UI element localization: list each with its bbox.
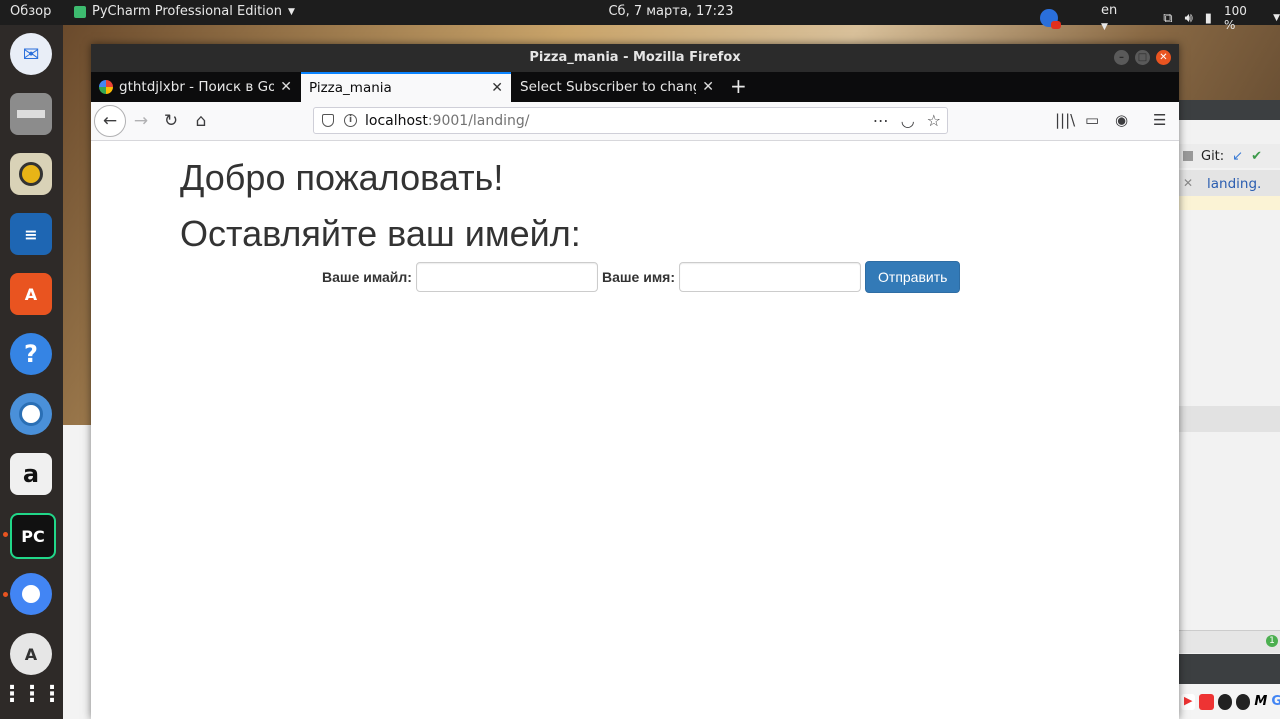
- system-tray[interactable]: en ▼ ⧉ 🔊︎ ▮ 100 % ▼: [1040, 3, 1280, 33]
- tab-label: Pizza_mania: [309, 80, 392, 96]
- pocket-icon[interactable]: ◡: [901, 111, 915, 130]
- welcome-heading: Добро пожаловать!: [180, 157, 504, 198]
- battery-level: 100 %: [1223, 4, 1247, 32]
- files-icon[interactable]: [10, 93, 52, 135]
- google-icon[interactable]: G: [1271, 694, 1280, 709]
- git-label: Git:: [1201, 148, 1225, 164]
- software-center-icon[interactable]: A: [10, 273, 52, 315]
- medium-icon[interactable]: M: [1254, 694, 1267, 709]
- youtube-bookmark-icon[interactable]: ▶: [1181, 693, 1196, 710]
- bookmarks-bar: ▶ M G: [1179, 684, 1280, 719]
- page-content: Добро пожаловать! Оставляйте ваш имейл: …: [91, 141, 1179, 719]
- pycharm-window: Git: ↙ ✔ ✕ landing. 1 ▶ M G: [1179, 100, 1280, 719]
- library-icon[interactable]: |||\: [1055, 111, 1075, 129]
- chrome-icon[interactable]: [10, 573, 52, 615]
- subscribe-form: Ваше имайл: Ваше имя: Отправить: [322, 261, 961, 293]
- background-toolbar: [1179, 654, 1280, 684]
- commit-icon[interactable]: ✔: [1251, 149, 1262, 164]
- event-badge[interactable]: 1: [1266, 635, 1278, 647]
- keyboard-layout[interactable]: en ▼: [1101, 3, 1128, 33]
- github-icon[interactable]: [1217, 693, 1233, 710]
- forward-arrow-icon[interactable]: →: [127, 107, 155, 135]
- subscribe-heading: Оставляйте ваш имейл:: [180, 213, 581, 254]
- maximize-icon[interactable]: □: [1135, 50, 1150, 65]
- gnome-top-bar: Обзор PyCharm Professional Edition ▼ Сб,…: [0, 0, 1280, 32]
- site-info-icon[interactable]: i: [344, 114, 357, 127]
- battery-icon[interactable]: ▮: [1205, 11, 1212, 26]
- pycharm-status-bar: 1: [1179, 630, 1280, 653]
- tab-bar: gthtdjlxbr - Поиск в Goo ✕ Pizza_mania ✕…: [91, 72, 1179, 102]
- chromium-icon[interactable]: [10, 393, 52, 435]
- youtube-icon[interactable]: [1199, 693, 1214, 710]
- url-host: localhost: [365, 112, 428, 129]
- pycharm-icon[interactable]: PC: [10, 513, 56, 559]
- git-toolbar: Git: ↙ ✔: [1179, 144, 1280, 168]
- update-icon[interactable]: A: [10, 633, 52, 675]
- close-tab-icon[interactable]: ✕: [702, 79, 714, 95]
- close-window-icon[interactable]: ✕: [1156, 50, 1171, 65]
- tool-window-header: [1179, 406, 1280, 432]
- submit-button[interactable]: Отправить: [865, 261, 961, 293]
- back-arrow-icon[interactable]: ←: [94, 105, 126, 137]
- rhythmbox-icon[interactable]: [10, 153, 52, 195]
- window-title: Pizza_mania - Mozilla Firefox: [529, 50, 741, 65]
- active-indicator: [3, 532, 8, 537]
- amazon-icon[interactable]: a: [10, 453, 52, 495]
- github-icon[interactable]: [1236, 693, 1251, 710]
- reload-icon[interactable]: ↻: [157, 107, 185, 135]
- close-tab-icon[interactable]: ✕: [280, 79, 292, 95]
- help-icon[interactable]: ?: [10, 333, 52, 375]
- chevron-down-icon: ▼: [1101, 22, 1108, 32]
- stop-icon[interactable]: [1183, 151, 1193, 161]
- hamburger-menu-icon[interactable]: ☰: [1153, 111, 1166, 129]
- chevron-down-icon[interactable]: ▼: [1273, 13, 1280, 23]
- navigation-toolbar: ← → ↻ ⌂ i localhost:9001/landing/ ⋯ ◡ ☆ …: [91, 102, 1179, 141]
- url-bar[interactable]: i localhost:9001/landing/ ⋯ ◡ ☆: [313, 107, 948, 134]
- writer-icon[interactable]: ≡: [10, 213, 52, 255]
- network-icon[interactable]: ⧉: [1163, 11, 1172, 26]
- dock: ✉ ≡ A ? a PC A ⋮⋮⋮: [0, 25, 63, 719]
- email-label: Ваше имайл:: [322, 269, 412, 285]
- app-grid-icon[interactable]: ⋮⋮⋮: [1, 673, 63, 715]
- bookmark-star-icon[interactable]: ☆: [927, 111, 941, 130]
- new-tab-icon[interactable]: +: [730, 72, 747, 102]
- sidebar-icon[interactable]: ▭: [1085, 111, 1099, 129]
- pycharm-toolbar: [1179, 100, 1280, 120]
- firefox-window: Pizza_mania - Mozilla Firefox – □ ✕ gtht…: [91, 44, 1179, 719]
- thunderbird-icon[interactable]: ✉: [10, 33, 52, 75]
- name-field[interactable]: [679, 262, 862, 292]
- email-field[interactable]: [415, 262, 598, 292]
- close-tab-icon[interactable]: ✕: [491, 80, 503, 96]
- tab-label: Select Subscriber to change: [520, 79, 697, 95]
- active-indicator: [3, 592, 8, 597]
- account-icon[interactable]: ◉: [1115, 111, 1128, 129]
- editor-tabs: ✕ landing.: [1179, 170, 1280, 200]
- tab-pizza-mania[interactable]: Pizza_mania ✕: [301, 72, 511, 102]
- editor-highlight: [1179, 196, 1280, 210]
- page-actions-icon[interactable]: ⋯: [873, 111, 889, 130]
- google-icon: [99, 80, 113, 94]
- update-project-icon[interactable]: ↙: [1232, 149, 1243, 164]
- home-icon[interactable]: ⌂: [187, 107, 215, 135]
- tab-google-search[interactable]: gthtdjlxbr - Поиск в Goo ✕: [91, 72, 300, 102]
- tab-select-subscriber[interactable]: Select Subscriber to change ✕: [512, 72, 722, 102]
- tracking-protection-icon[interactable]: [322, 114, 334, 127]
- minimize-icon[interactable]: –: [1114, 50, 1129, 65]
- url-path: :9001/landing/: [427, 112, 530, 129]
- notification-app-icon[interactable]: [1040, 9, 1060, 29]
- name-label: Ваше имя:: [601, 269, 676, 285]
- volume-icon[interactable]: 🔊︎: [1185, 11, 1193, 26]
- window-title-bar[interactable]: Pizza_mania - Mozilla Firefox – □ ✕: [91, 44, 1179, 72]
- tab-label: gthtdjlxbr - Поиск в Goo: [119, 79, 275, 95]
